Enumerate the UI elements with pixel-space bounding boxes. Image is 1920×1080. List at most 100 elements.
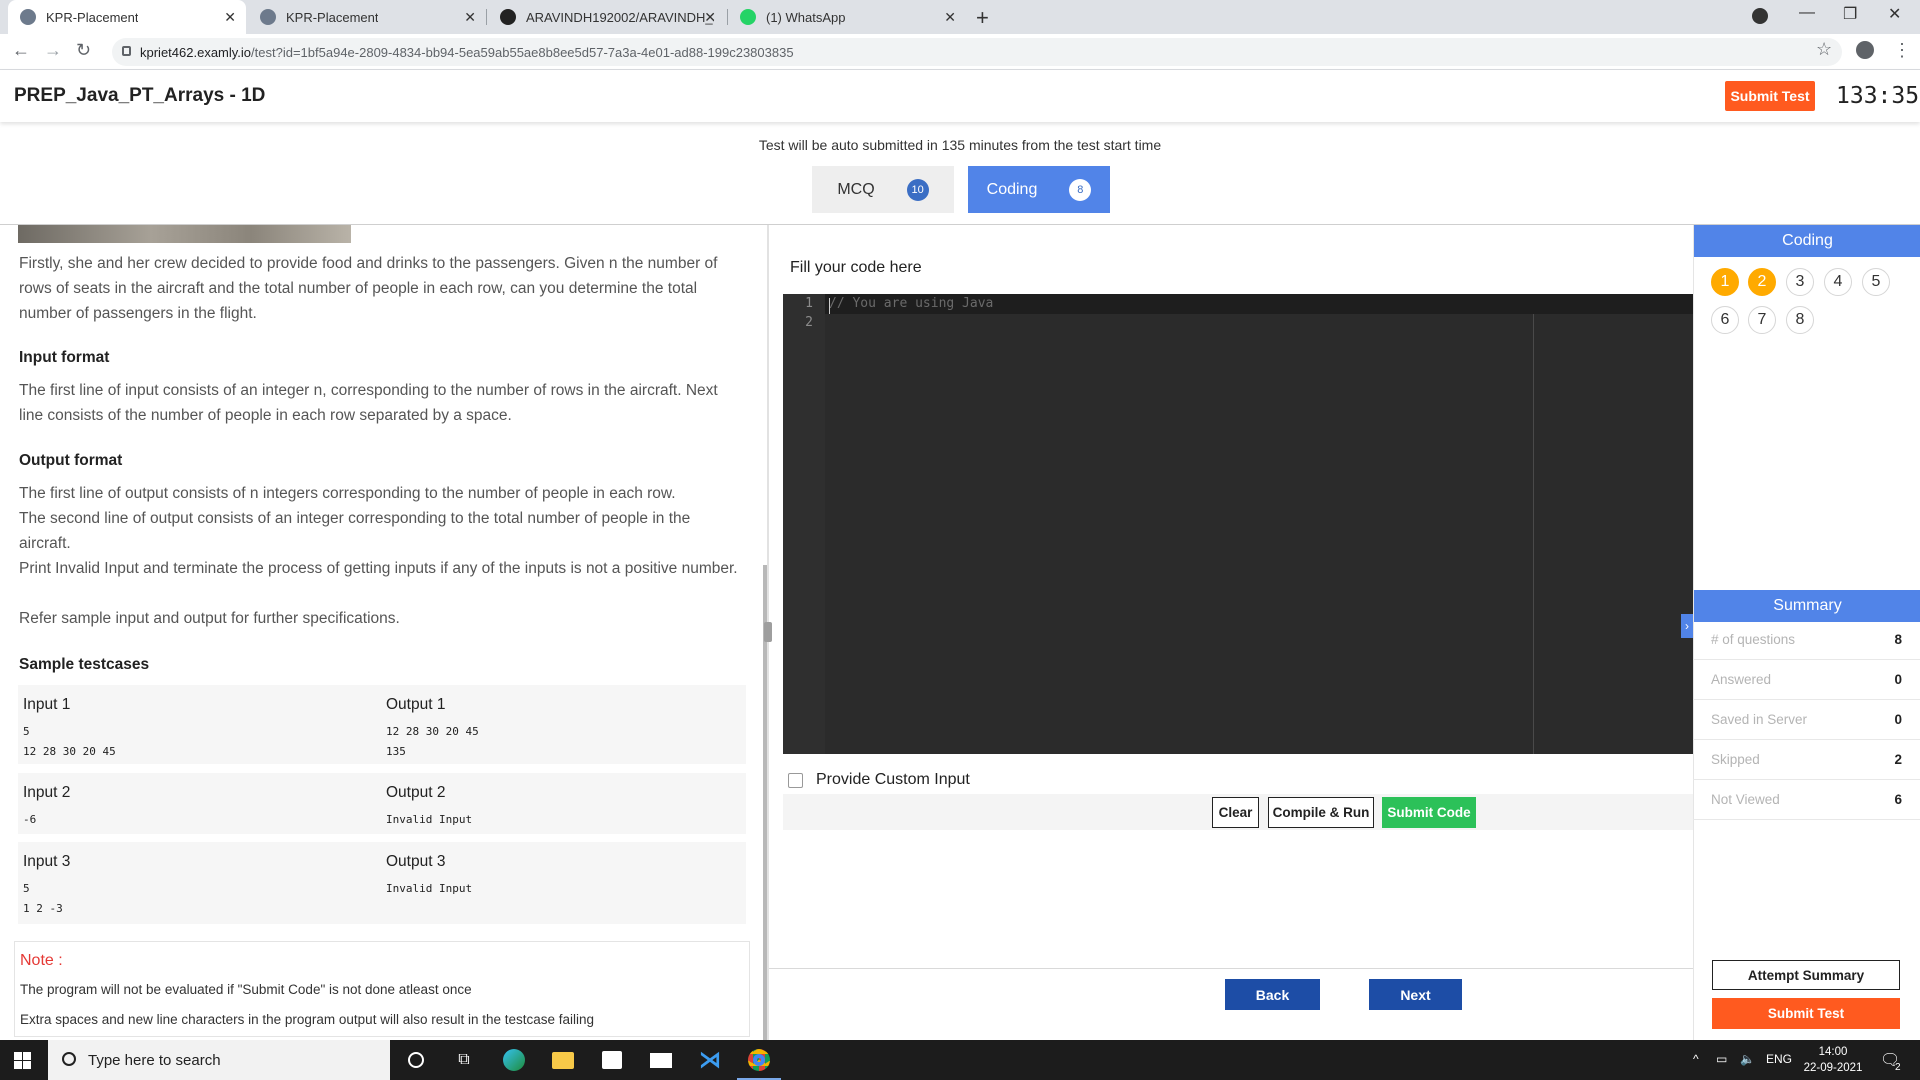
browser-tab-1[interactable]: KPR-Placement ✕ [8,0,246,34]
close-tab-icon[interactable]: ✕ [704,9,716,26]
summary-value: 2 [1894,752,1902,767]
summary-label: Answered [1711,672,1772,687]
browser-tab-3[interactable]: ARAVINDH192002/ARAVINDH_J/ ✕ [488,0,726,34]
code-content[interactable]: // You are using Java [829,296,993,311]
taskbar-search-field[interactable]: Type here to search [48,1040,390,1080]
edge-icon[interactable] [500,1046,528,1074]
browser-tab-4[interactable]: (1) WhatsApp ✕ [728,0,966,34]
back-arrow-icon[interactable]: ← [12,40,30,61]
question-pane[interactable]: Firstly, she and her crew decided to pro… [0,225,760,1040]
summary-value: 8 [1894,632,1902,647]
browser-tab-label: KPR-Placement [46,9,139,25]
line-number: 1 [805,296,813,311]
browser-tab-2[interactable]: KPR-Placement ✕ [248,0,486,34]
sample-input-value: 5 1 2 -3 [23,882,63,915]
new-tab-icon[interactable]: + [976,5,989,31]
summary-label: Saved in Server [1711,712,1808,727]
bookmark-star-icon[interactable]: ☆ [1816,39,1832,60]
question-4-button[interactable]: 4 [1824,268,1852,296]
file-explorer-icon[interactable] [549,1046,577,1074]
microsoft-store-icon[interactable] [598,1046,626,1074]
question-6-button[interactable]: 6 [1711,306,1739,334]
note-title: Note : [20,952,63,969]
summary-row: Answered 0 [1693,660,1920,700]
code-editor[interactable]: 1 2 // You are using Java [783,294,1693,754]
restore-icon[interactable]: ❐ [1843,4,1857,24]
chrome-icon[interactable] [745,1046,773,1074]
sample-testcase: Input 3 5 1 2 -3 Output 3 Invalid Input [18,842,746,924]
coding-heading: Coding [1694,225,1920,257]
text-cursor [829,298,830,314]
question-7-button[interactable]: 7 [1748,306,1776,334]
summary-row: Not Viewed 6 [1693,780,1920,820]
taskbar-clock[interactable]: 14:00 22-09-2021 [1800,1044,1866,1076]
close-tab-icon[interactable]: ✕ [224,9,236,26]
windows-start-icon[interactable] [14,1052,31,1069]
account-avatar-icon[interactable] [1856,41,1874,59]
browser-tab-label: ARAVINDH192002/ARAVINDH_J/ [526,9,714,25]
volume-icon[interactable]: 🔈 [1740,1052,1755,1066]
splitter-handle[interactable] [764,622,772,642]
submit-test-button[interactable]: Submit Test [1725,81,1815,111]
custom-input-checkbox[interactable] [788,772,803,788]
tab-label: MCQ [837,180,875,198]
sample-testcase: Input 2 -6 Output 2 Invalid Input [18,773,746,834]
whatsapp-favicon-icon [740,9,756,25]
url-field[interactable]: kpriet462.examly.io /test?id=1bf5a94e-28… [112,38,1842,66]
question-2-button[interactable]: 2 [1748,268,1776,296]
clear-button[interactable]: Clear [1212,797,1259,828]
sample-input-value: -6 [23,813,37,826]
vscode-icon[interactable]: ⋊ [696,1046,724,1074]
sample-input-value: 5 12 28 30 20 45 [23,725,116,758]
close-window-icon[interactable]: ✕ [1888,4,1901,24]
custom-input-toggle[interactable]: Provide Custom Input [788,771,970,789]
question-image [18,225,351,243]
sample-output-label: Output 1 [386,696,446,713]
submit-test-bottom-button[interactable]: Submit Test [1712,998,1900,1029]
language-indicator[interactable]: ENG [1766,1052,1792,1066]
output-format-line: The second line of output consists of an… [19,510,691,552]
compile-run-button[interactable]: Compile & Run [1268,797,1374,828]
sample-input-label: Input 1 [23,696,71,713]
back-button[interactable]: Back [1225,979,1320,1010]
browser-menu-icon[interactable]: ⋮ [1893,40,1911,61]
mail-icon[interactable] [647,1046,675,1074]
tab-coding[interactable]: Coding 8 [968,166,1110,213]
minimize-icon[interactable]: — [1799,4,1815,22]
tab-mcq[interactable]: MCQ 10 [812,166,954,213]
sample-input-label: Input 2 [23,784,71,801]
auto-submit-note: Test will be auto submitted in 135 minut… [758,137,1162,153]
question-5-button[interactable]: 5 [1862,268,1890,296]
editor-footer-divider [769,968,1693,969]
next-button[interactable]: Next [1369,979,1462,1010]
clock-time: 14:00 [1818,1046,1848,1058]
profile-menu-icon[interactable] [1752,8,1768,24]
editor-label: Fill your code here [790,259,922,276]
sample-output-label: Output 3 [386,853,446,870]
note-line: Extra spaces and new line characters in … [20,1012,595,1027]
output-format-line: Refer sample input and output for furthe… [19,610,400,627]
close-tab-icon[interactable]: ✕ [944,9,956,26]
question-8-button[interactable]: 8 [1786,306,1814,334]
summary-row: Saved in Server 0 [1693,700,1920,740]
question-1-button[interactable]: 1 [1711,268,1739,296]
task-view-icon[interactable]: ⧉ [450,1046,478,1074]
url-host: kpriet462.examly.io [140,44,252,60]
sample-testcase: Input 1 5 12 28 30 20 45 Output 1 12 28 … [18,685,746,764]
sample-output-value: Invalid Input [386,813,473,826]
question-3-button[interactable]: 3 [1786,268,1814,296]
network-icon[interactable]: ▭ [1716,1052,1727,1066]
collapse-panel-icon[interactable]: › [1681,614,1693,638]
reload-icon[interactable]: ↻ [76,40,91,61]
cortana-icon[interactable] [402,1046,430,1074]
close-tab-icon[interactable]: ✕ [464,9,476,26]
forward-arrow-icon[interactable]: → [44,40,62,61]
countdown-timer: 133:35 [1836,83,1920,109]
summary-row: # of questions 8 [1693,620,1920,660]
sample-output-value: Invalid Input [386,882,473,895]
submit-code-button[interactable]: Submit Code [1382,797,1476,828]
output-format-line: The first line of output consists of n i… [19,485,676,502]
summary-value: 6 [1894,792,1902,807]
tray-overflow-icon[interactable]: ^ [1693,1052,1699,1066]
attempt-summary-button[interactable]: Attempt Summary [1712,960,1900,990]
